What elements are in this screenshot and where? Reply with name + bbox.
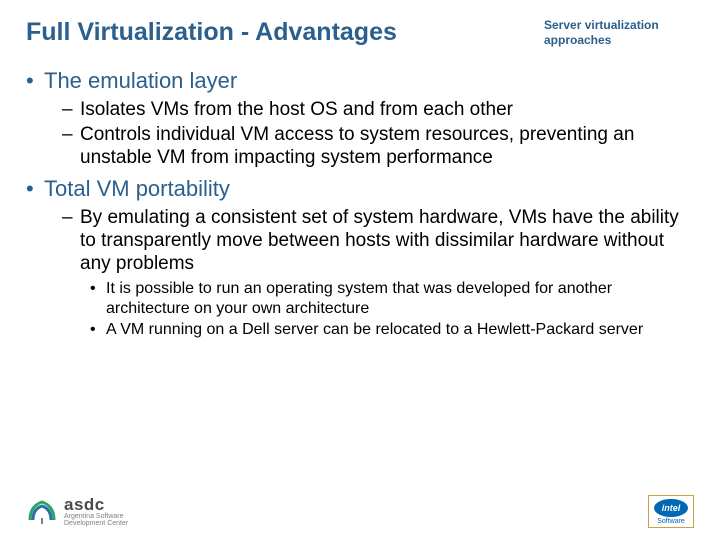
asdc-logo: asdc Argentina Software Development Cent… bbox=[26, 496, 128, 528]
subsub-bullet-architecture: It is possible to run an operating syste… bbox=[26, 279, 694, 318]
intel-sub: Software bbox=[657, 518, 685, 525]
subsub-bullet-dell-hp: A VM running on a Dell server can be rel… bbox=[26, 320, 694, 340]
bullet-portability: Total VM portability bbox=[26, 176, 694, 202]
asdc-text: asdc Argentina Software Development Cent… bbox=[64, 496, 128, 528]
slide-title: Full Virtualization - Advantages bbox=[26, 18, 397, 47]
asdc-sub2: Development Center bbox=[64, 520, 128, 528]
asdc-sub1: Argentina Software bbox=[64, 513, 128, 521]
sub-bullet-controls: Controls individual VM access to system … bbox=[26, 123, 694, 169]
slide-header: Full Virtualization - Advantages Server … bbox=[0, 0, 720, 56]
subsub-list-portability: It is possible to run an operating syste… bbox=[26, 279, 694, 340]
bullet-emulation-layer: The emulation layer bbox=[26, 68, 694, 94]
asdc-name: asdc bbox=[64, 496, 128, 513]
slide-content: The emulation layer Isolates VMs from th… bbox=[0, 56, 720, 340]
asdc-logo-mark bbox=[26, 496, 58, 528]
intel-oval-icon: intel bbox=[654, 499, 688, 517]
sub-list-portability: By emulating a consistent set of system … bbox=[26, 206, 694, 340]
slide-subtitle: Server virtualization approaches bbox=[544, 18, 694, 48]
intel-logo: intel Software bbox=[648, 495, 694, 528]
sub-bullet-emulating: By emulating a consistent set of system … bbox=[26, 206, 694, 276]
sub-bullet-isolates: Isolates VMs from the host OS and from e… bbox=[26, 98, 694, 121]
intel-brand: intel bbox=[662, 503, 681, 513]
sub-list-emulation: Isolates VMs from the host OS and from e… bbox=[26, 98, 694, 170]
slide-footer: asdc Argentina Software Development Cent… bbox=[0, 495, 720, 528]
